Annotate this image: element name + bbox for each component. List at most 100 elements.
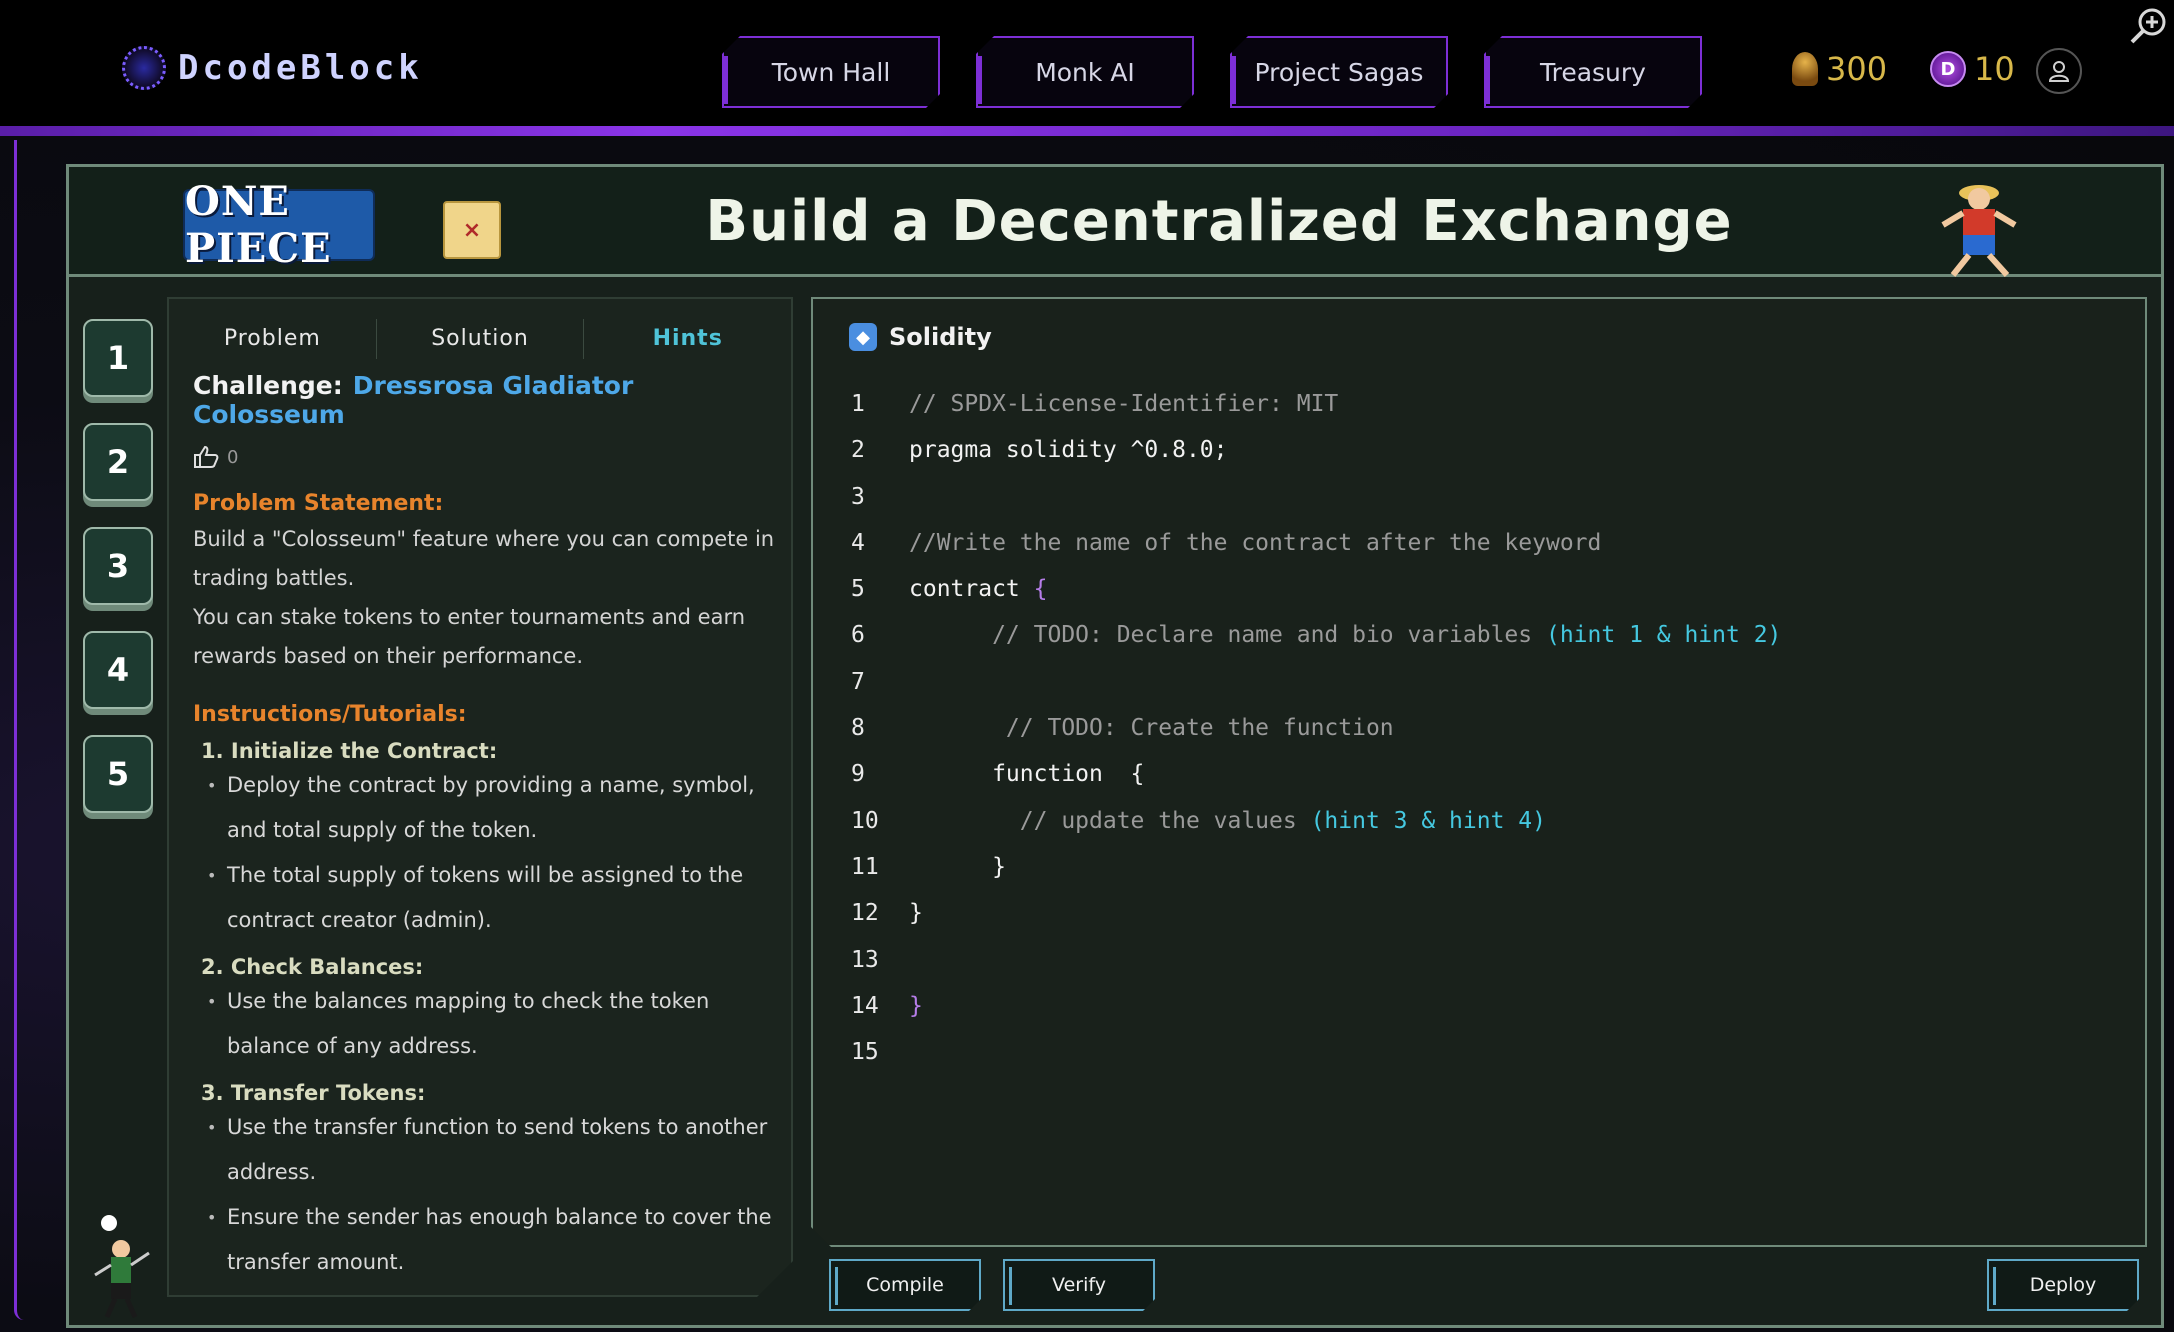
instruction-bullet: Use the balances mapping to check the to…: [193, 979, 793, 1069]
line-number: 1: [851, 391, 865, 417]
code-token-plain: }: [909, 853, 1006, 880]
code-line[interactable]: 10 // update the values (hint 3 & hint 4…: [851, 798, 1781, 844]
line-number: 2: [851, 437, 865, 464]
code-line[interactable]: 7: [851, 659, 1781, 705]
step-2-button[interactable]: 2: [83, 423, 153, 501]
tab-solution[interactable]: Solution: [376, 319, 584, 359]
nav-project-sagas[interactable]: Project Sagas: [1230, 36, 1448, 108]
line-number: 6: [851, 622, 865, 649]
code-line[interactable]: 13: [851, 937, 1781, 983]
step-5-button[interactable]: 5: [83, 735, 153, 813]
thumbs-up-icon: [193, 445, 219, 469]
code-token-plain: }: [909, 900, 923, 927]
code-line[interactable]: 14}: [851, 983, 1781, 1029]
challenge-header: ONE PIECE × Build a Decentralized Exchan…: [69, 167, 2161, 277]
problem-panel: Problem Solution Hints Challenge: Dressro…: [167, 297, 793, 1297]
left-rail-decoration: [14, 140, 28, 1320]
editor-language: Solidity: [889, 323, 992, 351]
code-line[interactable]: 5 contract {: [851, 566, 1781, 612]
code-token-comment: // SPDX-License-Identifier: MIT: [909, 391, 1339, 417]
like-count: 0: [227, 446, 239, 468]
trophy-icon: [1792, 52, 1818, 86]
line-number: 3: [851, 483, 865, 510]
tab-problem[interactable]: Problem: [169, 319, 376, 359]
step-1-button[interactable]: 1: [83, 319, 153, 397]
instruction-bullet: The total supply of tokens will be assig…: [193, 853, 793, 943]
luffy-character-icon: [1941, 185, 2017, 277]
instruction-bullet: Deploy the contract by providing a name,…: [193, 763, 793, 853]
line-number: 12: [851, 900, 879, 927]
code-line[interactable]: 12}: [851, 890, 1781, 936]
line-number: 13: [851, 946, 879, 973]
line-number: 14: [851, 992, 879, 1019]
code-line[interactable]: 6 // TODO: Declare name and bio variable…: [851, 612, 1781, 658]
code-token-comment: // update the values: [909, 807, 1311, 834]
brand-logo[interactable]: DcodeBlock: [122, 46, 423, 90]
nav-town-hall[interactable]: Town Hall: [722, 36, 940, 108]
problem-statement-heading: Problem Statement:: [193, 491, 444, 516]
instructions-heading: Instructions/Tutorials:: [193, 702, 467, 727]
line-number: 8: [851, 715, 865, 742]
code-token-hint: (hint 3 & hint 4): [1310, 807, 1546, 834]
navbar-divider: [0, 126, 2174, 136]
solidity-icon: ◆: [849, 323, 877, 351]
line-number: 7: [851, 668, 865, 695]
nav-treasury[interactable]: Treasury: [1484, 36, 1702, 108]
coin-count: 10: [1974, 50, 2015, 88]
code-token-comment: //Write the name of the contract after t…: [909, 529, 1602, 556]
code-line[interactable]: 3: [851, 474, 1781, 520]
challenge-title: Challenge: Dressrosa Gladiator Colosseum: [193, 371, 793, 429]
code-token-brace: }: [909, 992, 923, 1019]
code-token-plain: contract: [909, 576, 1034, 603]
editor-language-header: ◆ Solidity: [849, 323, 992, 351]
problem-statement-text-2: You can stake tokens to enter tournament…: [193, 605, 746, 668]
nav-monk-ai[interactable]: Monk AI: [976, 36, 1194, 108]
code-line[interactable]: 2 pragma solidity ^0.8.0;: [851, 427, 1781, 473]
coin-counter: D 10: [1930, 50, 2015, 88]
trophy-count: 300: [1826, 50, 1888, 88]
zoom-in-button[interactable]: [2128, 6, 2168, 46]
zoom-in-icon: [2130, 8, 2166, 44]
one-piece-logo: ONE PIECE: [183, 178, 375, 272]
like-control[interactable]: 0: [193, 445, 793, 469]
zoro-character-icon: [94, 1215, 150, 1319]
verify-button[interactable]: Verify: [1003, 1259, 1155, 1311]
code-token-plain: pragma solidity ^0.8.0;: [909, 437, 1228, 464]
code-line[interactable]: 8 // TODO: Create the function: [851, 705, 1781, 751]
tab-hints[interactable]: Hints: [583, 319, 791, 359]
instruction-bullet: Use the transfer function to send tokens…: [193, 1105, 793, 1195]
page-title: Build a Decentralized Exchange: [705, 189, 1733, 254]
step-navigation: 1 2 3 4 5: [83, 319, 153, 839]
top-navbar: DcodeBlock Town Hall Monk AI Project Sag…: [0, 0, 2174, 128]
instruction-step-1-heading: 1. Initialize the Contract:: [201, 739, 498, 763]
code-line[interactable]: 4 //Write the name of the contract after …: [851, 520, 1781, 566]
code-line[interactable]: 15: [851, 1029, 1781, 1075]
problem-statement-text-1: Build a "Colosseum" feature where you ca…: [193, 527, 775, 590]
code-token-brace: {: [1033, 576, 1048, 603]
compile-button[interactable]: Compile: [829, 1259, 981, 1311]
code-token-hint: (hint 1 & hint 2): [1545, 622, 1782, 649]
coin-icon: D: [1930, 51, 1966, 87]
deploy-button[interactable]: Deploy: [1987, 1259, 2139, 1311]
logo-icon: [122, 46, 166, 90]
line-number: 9: [851, 761, 865, 788]
line-number: 5: [851, 576, 865, 603]
instruction-bullet: Ensure the sender has enough balance to …: [193, 1195, 793, 1285]
profile-button[interactable]: [2036, 48, 2082, 94]
trophy-counter: 300: [1792, 50, 1887, 88]
instruction-step-3-heading: 3. Transfer Tokens:: [201, 1081, 426, 1105]
brand-name: DcodeBlock: [178, 48, 423, 88]
line-number: 11: [851, 853, 879, 880]
code-line[interactable]: 1 // SPDX-License-Identifier: MIT: [851, 381, 1781, 427]
step-3-button[interactable]: 3: [83, 527, 153, 605]
code-line[interactable]: 9 function {: [851, 751, 1781, 797]
line-number: 4: [851, 529, 865, 556]
code-editor[interactable]: ◆ Solidity 1 // SPDX-License-Identifier: …: [811, 297, 2147, 1247]
line-number: 15: [851, 1039, 879, 1066]
step-4-button[interactable]: 4: [83, 631, 153, 709]
code-lines[interactable]: 1 // SPDX-License-Identifier: MIT 2 pragma …: [851, 381, 1781, 1075]
code-token-comment: // TODO: Create the function: [909, 715, 1394, 742]
line-number: 10: [851, 807, 879, 834]
code-line[interactable]: 11 }: [851, 844, 1781, 890]
code-token-plain: function {: [909, 761, 1145, 788]
